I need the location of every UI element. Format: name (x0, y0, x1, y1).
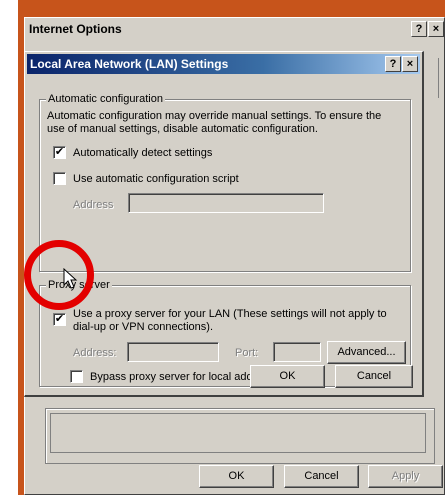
internet-options-list (50, 413, 426, 453)
proxy-port-label: Port: (235, 347, 259, 359)
lan-ok-button[interactable]: OK (250, 365, 325, 388)
automatic-configuration-label: Automatic configuration (46, 93, 165, 105)
internet-options-panel (45, 408, 435, 464)
proxy-address-label: Address: (73, 347, 117, 359)
internet-options-help-button[interactable]: ? (411, 21, 427, 37)
use-proxy-label-line1: Use a proxy server for your LAN (These s… (73, 308, 387, 320)
lan-cancel-button[interactable]: Cancel (335, 365, 413, 388)
check-icon: ✔ (54, 146, 65, 158)
auto-config-address-label: Address (73, 199, 114, 211)
internet-options-close-button[interactable]: × (428, 21, 444, 37)
proxy-address-input[interactable] (127, 342, 219, 362)
auto-config-description-line1: Automatic configuration may override man… (47, 110, 382, 122)
advanced-button[interactable]: Advanced... (327, 341, 406, 364)
internet-options-apply-button[interactable]: Apply (368, 465, 443, 488)
internet-options-ok-button[interactable]: OK (199, 465, 274, 488)
lan-settings-title: Local Area Network (LAN) Settings (27, 54, 420, 74)
bypass-proxy-checkbox[interactable] (70, 370, 83, 383)
check-icon: ✔ (54, 313, 65, 325)
automatic-configuration-group: Automatic configuration Automatic config… (39, 93, 411, 272)
arrow-cursor-icon (63, 268, 78, 289)
use-proxy-label-line2: dial-up or VPN connections). (73, 321, 214, 333)
internet-options-cancel-button[interactable]: Cancel (284, 465, 359, 488)
auto-config-script-checkbox[interactable] (53, 172, 66, 185)
auto-config-description-line2: use of manual settings, disable automati… (47, 123, 318, 135)
internet-options-title: Internet Options (25, 18, 444, 40)
proxy-port-input[interactable] (273, 342, 321, 362)
lan-close-button[interactable]: × (402, 56, 418, 72)
auto-config-address-input[interactable] (128, 193, 324, 213)
lan-settings-dialog: Local Area Network (LAN) Settings ? × Au… (24, 51, 424, 397)
auto-detect-checkbox[interactable]: ✔ (53, 146, 66, 159)
auto-config-script-label: Use automatic configuration script (73, 173, 239, 185)
auto-detect-label: Automatically detect settings (73, 147, 213, 159)
lan-help-button[interactable]: ? (385, 56, 401, 72)
tab-page-edge (438, 58, 442, 98)
use-proxy-checkbox[interactable]: ✔ (53, 313, 66, 326)
red-highlight-circle (24, 240, 94, 310)
